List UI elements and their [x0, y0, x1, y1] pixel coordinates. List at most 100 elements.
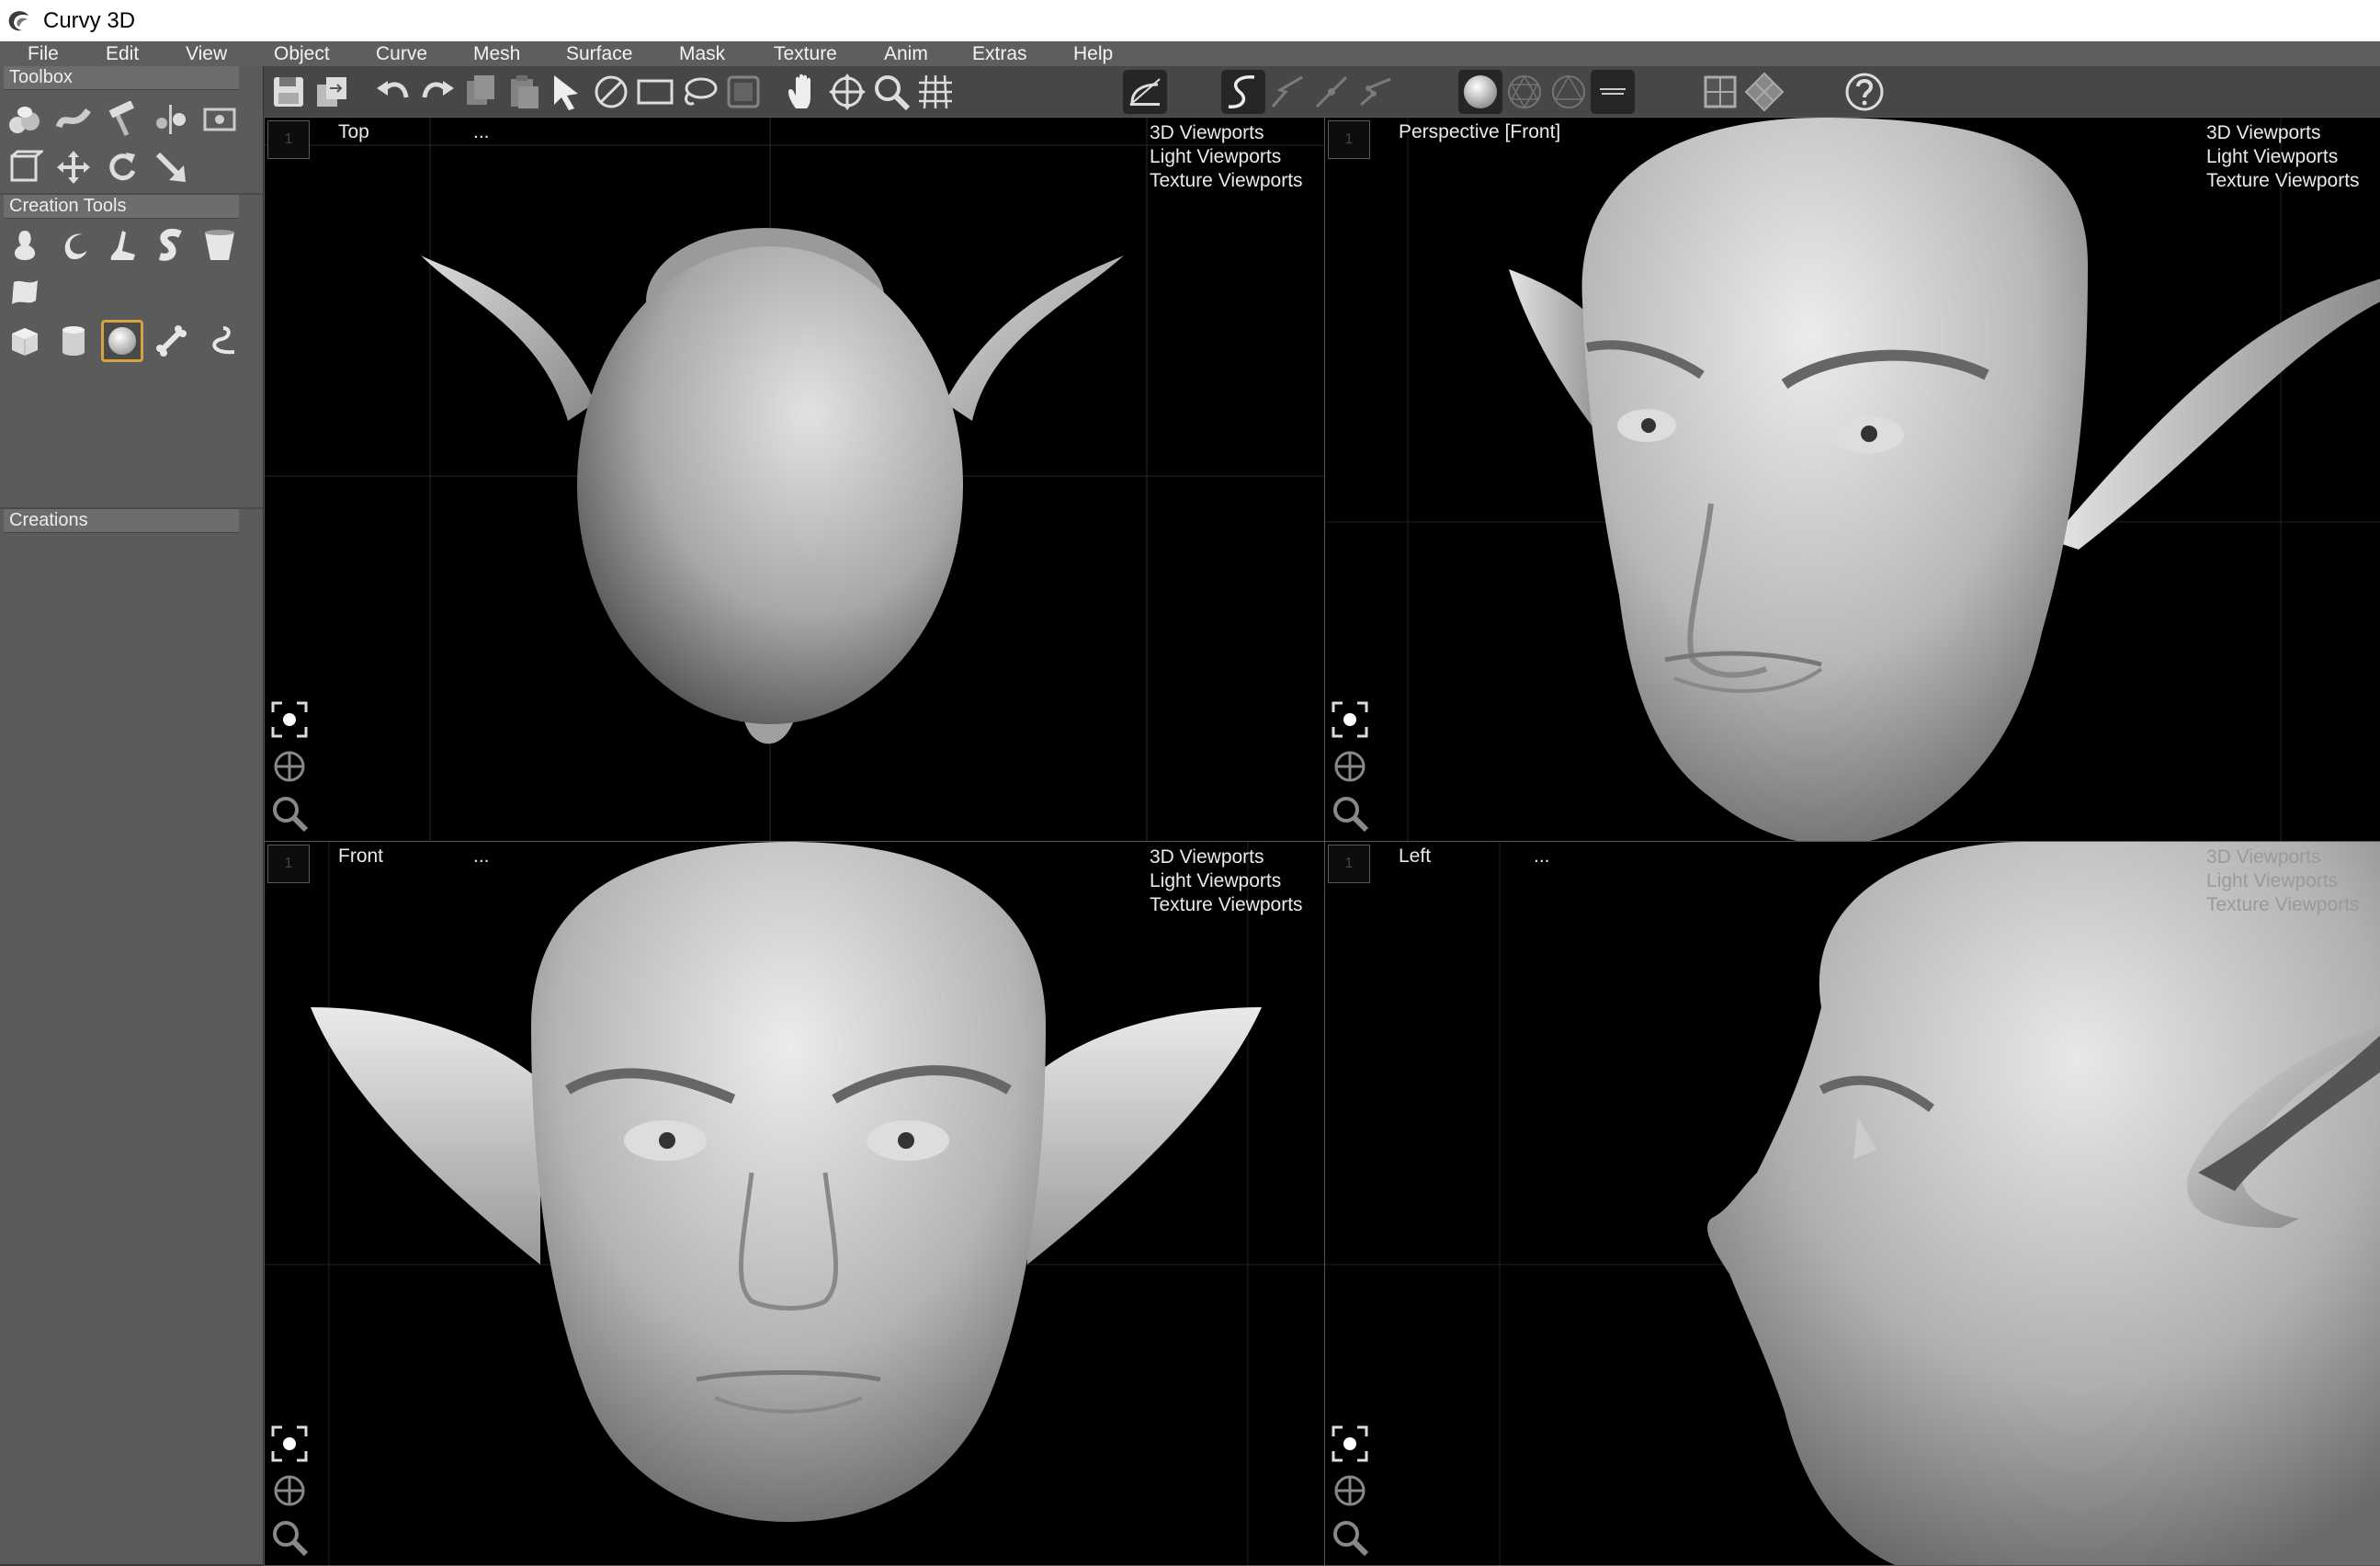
lasso-select-button[interactable]	[677, 70, 721, 114]
shaded-mode-button[interactable]	[1458, 70, 1502, 114]
curve-edit-button[interactable]	[1123, 70, 1167, 114]
wire-mode-button[interactable]	[1502, 70, 1547, 114]
viewport-number[interactable]: 1	[267, 845, 310, 883]
viewport-front[interactable]: 1 Front ... 3D Viewports Light Viewports…	[264, 841, 1325, 1566]
mask-select-icon	[727, 75, 760, 108]
viewport-center-button[interactable]	[266, 1421, 312, 1467]
viewport-zoom-button[interactable]	[266, 1515, 312, 1560]
menu-mesh[interactable]: Mesh	[473, 41, 520, 66]
viewport-number[interactable]: 1	[1328, 845, 1370, 883]
viewport-move-button[interactable]	[1327, 743, 1373, 789]
crescent-tool[interactable]	[52, 224, 95, 267]
viewport-number[interactable]: 1	[267, 120, 310, 159]
menu-3d-viewports[interactable]: 3D Viewports	[1150, 121, 1324, 145]
tube-tool[interactable]	[198, 320, 241, 362]
move-tool[interactable]	[52, 146, 95, 188]
bone-tool[interactable]	[150, 320, 192, 362]
viewport-left[interactable]: 1 Left ... 3D Viewports Light Viewports …	[1324, 841, 2380, 1566]
menu-help[interactable]: Help	[1073, 41, 1113, 66]
menu-texture-viewports[interactable]: Texture Viewports	[2206, 169, 2380, 193]
cube-tool[interactable]	[4, 320, 46, 362]
menu-3d-viewports[interactable]: 3D Viewports	[1150, 845, 1324, 869]
undo-button[interactable]	[371, 70, 415, 114]
viewport-zoom-button[interactable]	[266, 790, 312, 836]
modify-tool[interactable]	[52, 98, 95, 141]
menu-light-viewports[interactable]: Light Viewports	[2206, 145, 2380, 169]
curved-mode-button[interactable]	[1591, 70, 1635, 114]
wire-mode-2-button[interactable]	[1547, 70, 1591, 114]
sphere-tool[interactable]	[101, 320, 143, 362]
copy-button[interactable]	[459, 70, 504, 114]
viewport-move-button[interactable]	[266, 1468, 312, 1514]
menu-edit[interactable]: Edit	[106, 41, 139, 66]
tube-icon	[212, 326, 235, 355]
grid-button[interactable]	[913, 70, 958, 114]
select-button[interactable]	[545, 70, 589, 114]
menu-texture[interactable]: Texture	[774, 41, 837, 66]
blob-tool[interactable]	[4, 224, 46, 267]
viewport-name[interactable]: Perspective [Front]	[1399, 121, 1560, 143]
menu-object[interactable]: Object	[274, 41, 330, 66]
menu-mask[interactable]: Mask	[679, 41, 725, 66]
export-button[interactable]	[310, 70, 354, 114]
save-button[interactable]	[266, 70, 311, 114]
viewport-zoom-button[interactable]	[1327, 790, 1373, 836]
menu-3d-viewports[interactable]: 3D Viewports	[2206, 845, 2380, 869]
viewport-move-button[interactable]	[266, 743, 312, 789]
viewport-center-button[interactable]	[1327, 697, 1373, 743]
viewport-options[interactable]: ...	[1534, 845, 1550, 868]
menu-texture-viewports[interactable]: Texture Viewports	[1150, 169, 1324, 193]
objects-tool[interactable]	[4, 98, 46, 141]
viewport-number[interactable]: 1	[1328, 120, 1370, 159]
menu-texture-viewports[interactable]: Texture Viewports	[1150, 893, 1324, 917]
menu-extras[interactable]: Extras	[972, 41, 1027, 66]
curve-tool-3-button[interactable]	[1309, 70, 1354, 114]
s-curve-tool[interactable]	[150, 224, 192, 267]
bounding-box-tool[interactable]	[4, 146, 46, 188]
menu-light-viewports[interactable]: Light Viewports	[1150, 145, 1324, 169]
viewport-name[interactable]: Left	[1399, 845, 1431, 868]
viewport-move-button[interactable]	[1327, 1468, 1373, 1514]
help-button[interactable]	[1842, 70, 1887, 114]
rectangle-select-button[interactable]	[633, 70, 677, 114]
align-tool[interactable]	[150, 98, 192, 141]
deselect-button[interactable]	[589, 70, 633, 114]
menu-view[interactable]: View	[186, 41, 227, 66]
curve-tool-4-button[interactable]	[1354, 70, 1398, 114]
menu-curve[interactable]: Curve	[376, 41, 427, 66]
pan-button[interactable]	[781, 70, 825, 114]
menu-texture-viewports[interactable]: Texture Viewports	[2206, 893, 2380, 917]
curve-tool-2-button[interactable]	[1265, 70, 1309, 114]
menu-light-viewports[interactable]: Light Viewports	[2206, 869, 2380, 893]
viewport-options[interactable]: ...	[473, 121, 490, 143]
zoom-button[interactable]	[869, 70, 913, 114]
redo-button[interactable]	[415, 70, 459, 114]
viewport-center-button[interactable]	[266, 697, 312, 743]
menu-anim[interactable]: Anim	[884, 41, 928, 66]
viewport-name[interactable]: Front	[338, 845, 383, 868]
quad-view-button[interactable]	[1742, 70, 1786, 114]
mask-select-button[interactable]	[721, 70, 765, 114]
hammer-tool[interactable]	[101, 98, 143, 141]
rotate-tool[interactable]	[101, 146, 143, 188]
viewport-zoom-button[interactable]	[1327, 1515, 1373, 1560]
scale-tool[interactable]	[150, 146, 192, 188]
menu-file[interactable]: File	[28, 41, 59, 66]
menu-light-viewports[interactable]: Light Viewports	[1150, 869, 1324, 893]
cloth-tool[interactable]	[4, 272, 46, 314]
viewport-name[interactable]: Top	[338, 121, 369, 143]
viewport-top[interactable]: 1 Top ... 3D Viewports Light Viewports T…	[264, 117, 1325, 842]
lathe-tool[interactable]	[198, 224, 241, 267]
shape-tool[interactable]	[101, 224, 143, 267]
move-view-button[interactable]	[825, 70, 869, 114]
curve-tool-button[interactable]	[1221, 70, 1265, 114]
menu-surface[interactable]: Surface	[566, 41, 632, 66]
viewport-perspective[interactable]: 1 Perspective [Front] 3D Viewports Light…	[1324, 117, 2380, 842]
menu-3d-viewports[interactable]: 3D Viewports	[2206, 121, 2380, 145]
viewport-center-button[interactable]	[1327, 1421, 1373, 1467]
background-image-tool[interactable]	[198, 98, 241, 141]
paste-button[interactable]	[504, 70, 548, 114]
single-view-button[interactable]	[1698, 70, 1742, 114]
viewport-options[interactable]: ...	[473, 845, 490, 868]
cylinder-tool[interactable]	[52, 320, 95, 362]
